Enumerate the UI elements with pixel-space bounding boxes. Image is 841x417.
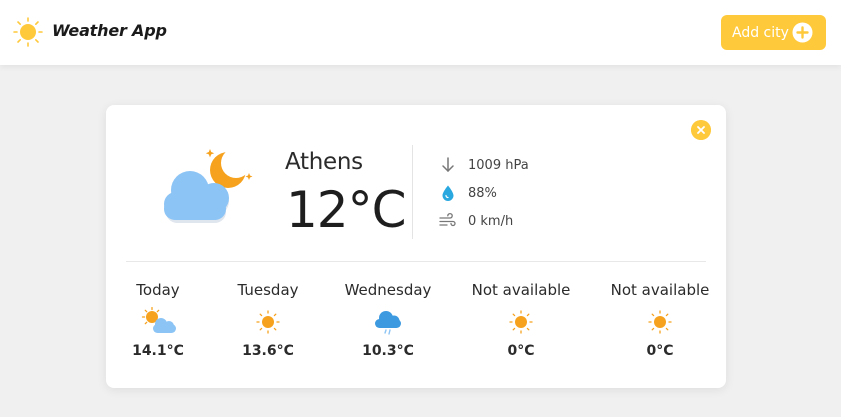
humidity-stat: 88% [439,183,497,203]
forecast-temp: 14.1°C [132,343,184,359]
forecast-temp: 13.6°C [242,343,294,359]
forecast-day: Not available [471,281,571,299]
water-drop-icon [442,185,454,201]
vertical-divider [412,145,413,239]
forecast-item: Today 14.1°C [128,281,188,359]
add-city-label: Add city [732,24,789,41]
forecast-day: Tuesday [237,281,299,299]
plus-circle-icon [792,22,813,43]
pressure-value: 1009 hPa [468,157,529,173]
forecast-temp: 0°C [646,343,674,359]
forecast-item: Not available 0°C [471,281,571,359]
close-icon[interactable] [691,120,711,140]
weather-card: Athens 12°C 1009 hPa 88% 0 km/h Today 14… [106,105,726,388]
forecast-day: Today [136,281,180,299]
app-header: Weather App Add city [0,0,841,65]
sun-logo-icon [13,17,43,47]
sun-icon [648,310,672,334]
forecast-temp: 10.3°C [362,343,414,359]
humidity-value: 88% [468,185,497,201]
pressure-stat: 1009 hPa [439,155,529,175]
forecast-temp: 0°C [507,343,535,359]
sun-icon [509,310,533,334]
forecast-item: Tuesday 13.6°C [233,281,303,359]
arrow-down-icon [442,157,454,172]
forecast-day: Not available [610,281,710,299]
app-title: Weather App [52,21,167,40]
rain-cloud-icon [375,311,401,335]
sun-icon [256,310,280,334]
forecast-day: Wednesday [344,281,432,299]
wind-icon [439,212,456,227]
add-city-button[interactable]: Add city [721,15,826,50]
forecast-item: Wednesday 10.3°C [342,281,434,359]
wind-value: 0 km/h [468,213,514,229]
wind-stat: 0 km/h [439,211,513,231]
cloud-moon-icon [164,148,253,223]
current-temperature: 12°C [286,181,407,239]
horizontal-divider [126,261,706,262]
sun-cloud-icon [141,307,176,333]
city-name: Athens [285,149,363,175]
forecast-item: Not available 0°C [610,281,710,359]
